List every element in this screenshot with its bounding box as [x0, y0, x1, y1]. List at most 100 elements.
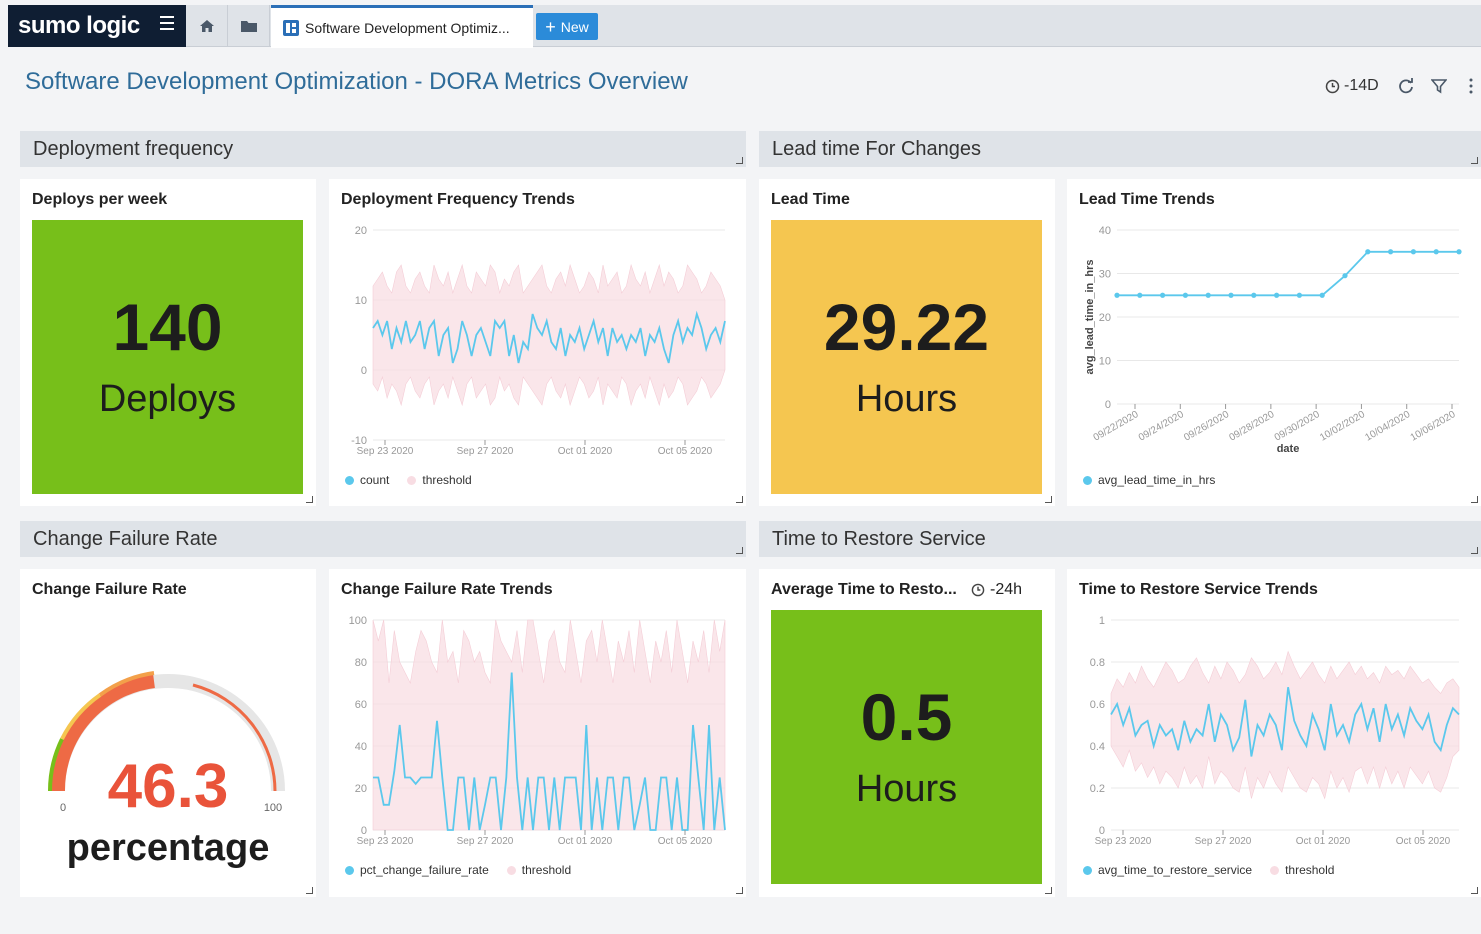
legend-label: threshold [422, 473, 472, 487]
panel-lead-time-trends[interactable]: Lead Time Trends 40 30 20 10 0 09/22/2020 09/2… [1067, 179, 1481, 506]
library-button[interactable] [228, 5, 270, 47]
new-tab-button[interactable]: + New [536, 13, 598, 40]
x-tick-label: 10/02/2020 [1318, 409, 1367, 444]
section-title: Lead time For Changes [772, 137, 982, 160]
lead-time-value-tile: 29.22 Hours [771, 220, 1042, 494]
x-tick-label: Sep 27 2020 [1195, 836, 1252, 847]
data-point [1205, 292, 1211, 298]
y-tick-label: 1 [1099, 615, 1105, 627]
refresh-button[interactable] [1397, 73, 1415, 99]
legend-label: threshold [1285, 863, 1335, 877]
deployment-frequency-chart: 20100-10Sep 23 2020 Sep 27 2020 Oct 01 202… [351, 225, 726, 457]
dashboard-icon [283, 20, 299, 36]
resize-handle[interactable] [1045, 496, 1052, 503]
top-nav-bar: sumo logic Software Development Optimiz.… [8, 5, 1481, 48]
resize-handle[interactable] [736, 157, 743, 164]
legend-item[interactable]: count [345, 473, 389, 487]
resize-handle[interactable] [736, 547, 743, 554]
y-tick-label: 0 [1105, 399, 1111, 411]
legend-item[interactable]: pct_change_failure_rate [345, 863, 489, 877]
y-tick-label: 30 [1099, 269, 1111, 281]
app-logo[interactable]: sumo logic [8, 5, 186, 47]
y-tick-label: 100 [349, 615, 367, 627]
legend-label: avg_time_to_restore_service [1098, 863, 1253, 877]
chart-legend: count threshold [345, 473, 490, 487]
panel-time-to-restore-trends[interactable]: Time to Restore Service Trends 1 0.8 0.6 0.… [1067, 569, 1481, 897]
x-axis-label: date [1277, 443, 1300, 455]
resize-handle[interactable] [1471, 547, 1478, 554]
section-time-to-restore: Time to Restore Service [759, 521, 1481, 557]
data-point [1410, 249, 1416, 255]
data-point [1182, 292, 1188, 298]
time-range-picker[interactable]: -14D [1325, 73, 1379, 99]
time-range-label: -14D [1344, 77, 1379, 94]
legend-label: pct_change_failure_rate [360, 863, 489, 877]
panel-change-failure-rate-trends[interactable]: Change Failure Rate Trends 100 80 60 40 20 0 S… [329, 569, 746, 897]
panel-average-time-to-restore[interactable]: Average Time to Resto... -24h 0.5 Hours [759, 569, 1055, 897]
legend-item[interactable]: avg_lead_time_in_hrs [1083, 473, 1215, 487]
resize-handle[interactable] [306, 887, 313, 894]
panel-change-failure-rate[interactable]: Change Failure Rate 0 100 46.3 percentag… [20, 569, 316, 897]
y-tick-label: 40 [1099, 225, 1111, 237]
panel-deploys-per-week[interactable]: Deploys per week 140 Deploys [20, 179, 316, 506]
kebab-menu-icon [1469, 78, 1473, 94]
home-button[interactable] [186, 5, 228, 47]
threshold-band [372, 619, 726, 831]
x-tick-label: Oct 01 2020 [558, 836, 613, 847]
chart-legend: pct_change_failure_rate threshold [345, 863, 589, 877]
data-point [1114, 292, 1120, 298]
resize-handle[interactable] [1045, 887, 1052, 894]
x-tick-label: 09/24/2020 [1137, 409, 1186, 444]
legend-swatch [407, 475, 417, 485]
chart-legend: avg_lead_time_in_hrs [1083, 473, 1233, 487]
x-tick-label: 10/06/2020 [1409, 409, 1458, 444]
legend-item[interactable]: threshold [1270, 863, 1334, 877]
change-failure-rate-chart: 100806040200Sep 23 2020 Sep 27 2020 Oct 01… [349, 615, 726, 847]
resize-handle[interactable] [1471, 887, 1478, 894]
filter-icon [1431, 79, 1447, 94]
legend-swatch [1270, 865, 1280, 875]
filter-button[interactable] [1431, 73, 1447, 99]
y-tick-label: 0.8 [1090, 657, 1105, 669]
x-tick-label: Oct 05 2020 [1396, 836, 1451, 847]
data-point [1456, 249, 1462, 255]
panel-lead-time[interactable]: Lead Time 29.22 Hours [759, 179, 1055, 506]
resize-handle[interactable] [736, 496, 743, 503]
panel-time-range[interactable]: -24h [971, 581, 1022, 599]
refresh-icon [1399, 78, 1413, 94]
legend-swatch [345, 865, 354, 875]
more-options-button[interactable] [1468, 73, 1474, 99]
hamburger-menu-icon[interactable] [160, 16, 174, 30]
y-tick-label: 20 [355, 225, 367, 237]
resize-handle[interactable] [306, 496, 313, 503]
legend-item[interactable]: avg_time_to_restore_service [1083, 863, 1252, 877]
legend-item[interactable]: threshold [407, 473, 472, 487]
folder-icon [240, 21, 257, 32]
deploys-unit: Deploys [98, 377, 237, 420]
legend-item[interactable]: threshold [506, 863, 571, 877]
section-lead-time: Lead time For Changes [759, 131, 1481, 167]
resize-handle[interactable] [736, 887, 743, 894]
legend-swatch [1083, 475, 1092, 485]
x-tick-label: 09/30/2020 [1273, 409, 1322, 444]
section-change-failure-rate: Change Failure Rate [20, 521, 746, 557]
tab-dashboard[interactable]: Software Development Optimiz... [271, 5, 533, 48]
restore-value-tile: 0.5 Hours [771, 610, 1042, 884]
lead-time-value: 29.22 [823, 289, 990, 364]
panel-deployment-frequency-trends[interactable]: Deployment Frequency Trends 20 10 0 -10 Sep … [329, 179, 746, 506]
chart-legend: avg_time_to_restore_service threshold [1083, 863, 1352, 877]
resize-handle[interactable] [1471, 157, 1478, 164]
home-icon [199, 20, 214, 32]
section-title: Deployment frequency [33, 137, 234, 160]
panel-title: Change Failure Rate [32, 581, 187, 598]
clock-icon [971, 583, 985, 597]
data-point [1296, 292, 1302, 298]
data-point [1137, 292, 1143, 298]
x-tick-label: Oct 05 2020 [658, 836, 713, 847]
time-to-restore-chart: 10.80.60.40.20Sep 23 2020 Sep 27 2020 Oct … [1090, 615, 1460, 847]
resize-handle[interactable] [1471, 496, 1478, 503]
restore-unit: Hours [855, 767, 958, 810]
section-title: Change Failure Rate [33, 527, 218, 550]
y-tick-label: 40 [355, 741, 367, 753]
panel-title: Deployment Frequency Trends [341, 191, 575, 208]
